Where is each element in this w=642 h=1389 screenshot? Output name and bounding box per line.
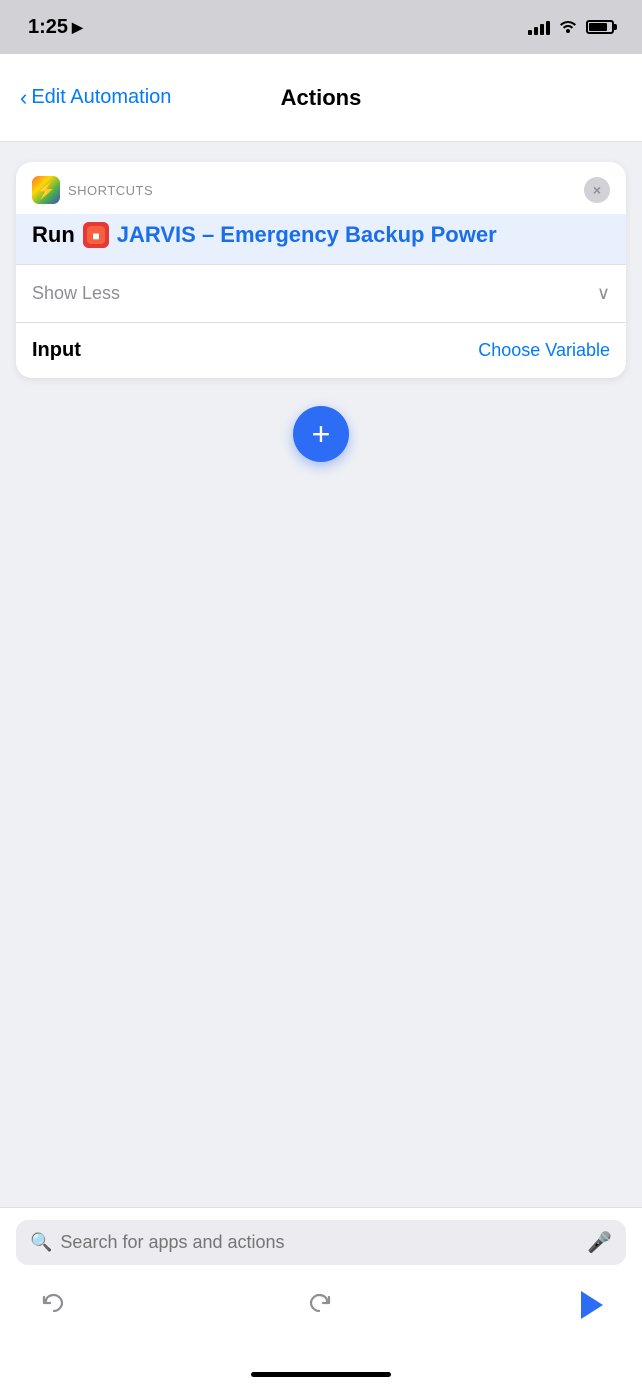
bottom-bar: 🔍 🎤 — [0, 1207, 642, 1359]
microphone-icon[interactable]: 🎤 — [587, 1230, 612, 1255]
wifi-icon — [558, 17, 578, 38]
search-icon: 🔍 — [30, 1232, 52, 1253]
action-card: ⚡ SHORTCUTS × Run ■ JARVIS — [16, 162, 626, 378]
back-button[interactable]: ‹ Edit Automation — [20, 86, 221, 109]
shortcuts-label: SHORTCUTS — [68, 183, 153, 198]
run-row: Run ■ JARVIS – Emergency Backup Power — [16, 214, 626, 264]
home-bar — [251, 1372, 391, 1377]
back-label: Edit Automation — [31, 86, 171, 109]
svg-text:⚡: ⚡ — [36, 181, 56, 200]
home-indicator — [0, 1359, 642, 1389]
svg-text:■: ■ — [92, 229, 99, 243]
input-label: Input — [32, 339, 81, 362]
input-row: Input Choose Variable — [16, 323, 626, 378]
close-button[interactable]: × — [584, 177, 610, 203]
location-arrow-icon: ▶ — [72, 19, 83, 36]
plus-icon: + — [312, 418, 331, 450]
choose-variable-button[interactable]: Choose Variable — [478, 340, 610, 361]
play-icon — [581, 1291, 603, 1319]
signal-bars-icon — [528, 19, 550, 35]
search-row[interactable]: 🔍 🎤 — [16, 1220, 626, 1265]
redo-button[interactable] — [301, 1285, 341, 1325]
status-icons — [528, 17, 614, 38]
battery-icon — [586, 20, 614, 34]
chevron-down-icon: ∨ — [597, 283, 610, 304]
play-button[interactable] — [570, 1285, 610, 1325]
card-header: ⚡ SHORTCUTS × — [16, 162, 626, 214]
shortcut-name: JARVIS – Emergency Backup Power — [117, 222, 497, 248]
chevron-left-icon: ‹ — [20, 87, 27, 109]
undo-button[interactable] — [32, 1285, 72, 1325]
add-button-container: + — [293, 406, 349, 462]
nav-bar: ‹ Edit Automation Actions — [0, 54, 642, 142]
close-icon: × — [593, 182, 601, 198]
show-less-row[interactable]: Show Less ∨ — [16, 265, 626, 322]
shortcuts-label-row: ⚡ SHORTCUTS — [32, 176, 153, 204]
add-action-button[interactable]: + — [293, 406, 349, 462]
show-less-label: Show Less — [32, 283, 120, 304]
status-time: 1:25 ▶ — [28, 16, 83, 39]
status-bar: 1:25 ▶ — [0, 0, 642, 54]
page-title: Actions — [221, 85, 422, 111]
search-input[interactable] — [60, 1232, 579, 1253]
main-content: ⚡ SHORTCUTS × Run ■ JARVIS — [0, 142, 642, 1207]
bottom-actions — [16, 1281, 626, 1329]
shortcuts-app-icon: ⚡ — [32, 176, 60, 204]
shortcut-small-icon: ■ — [83, 222, 109, 248]
run-text: Run ■ JARVIS – Emergency Backup Power — [32, 222, 610, 248]
run-label: Run — [32, 222, 75, 248]
